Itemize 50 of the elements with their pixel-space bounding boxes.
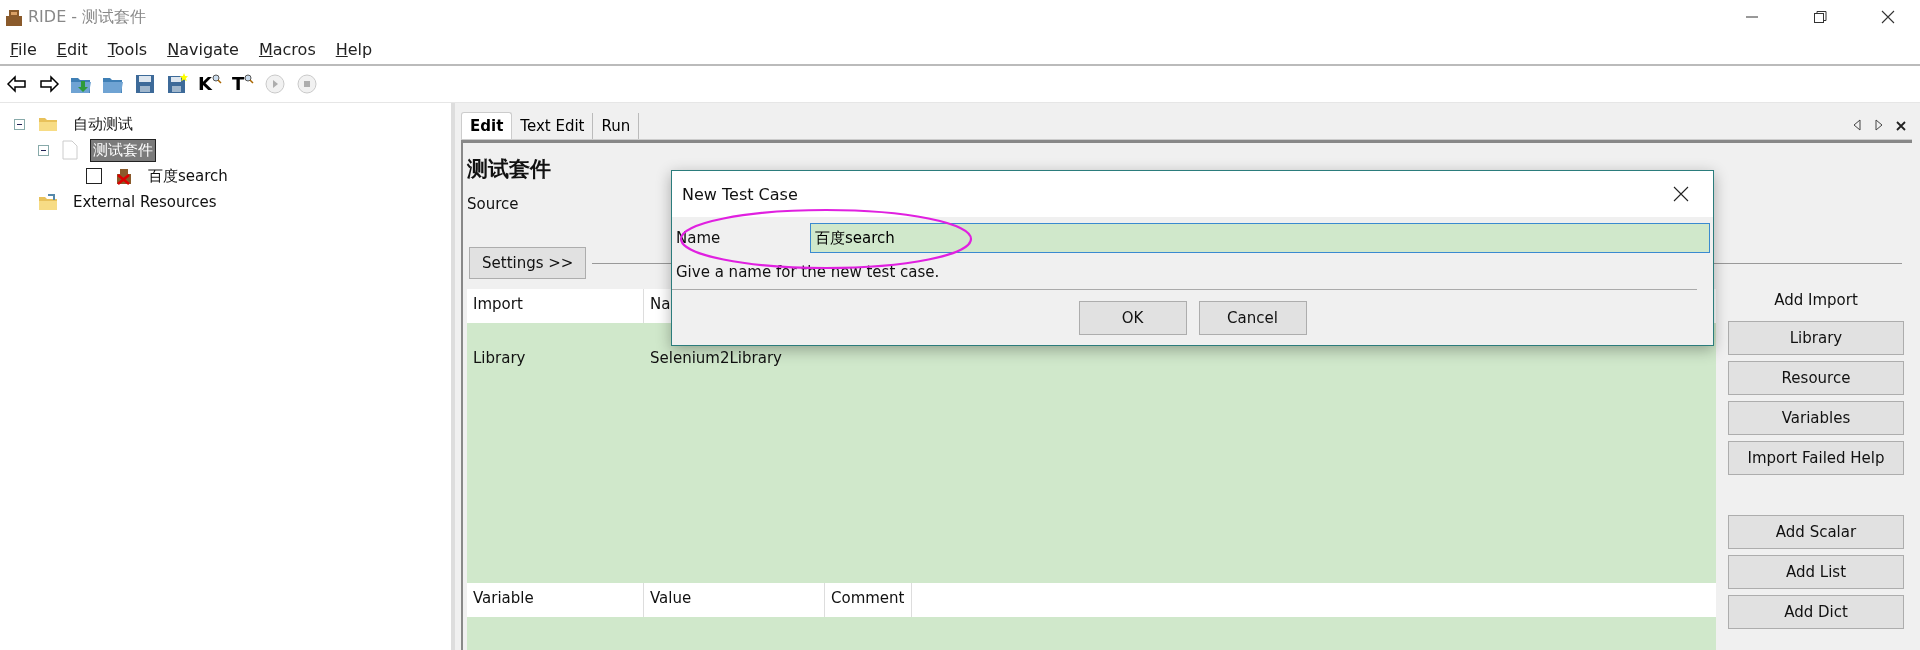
robot-failed-icon	[115, 167, 133, 185]
action-button[interactable]: Variables	[1728, 401, 1904, 435]
close-icon[interactable]	[1896, 121, 1906, 131]
folder-icon	[38, 116, 58, 132]
left-arrow-icon[interactable]	[1852, 119, 1862, 131]
name-field[interactable]: 百度search	[810, 223, 1710, 253]
menu-item[interactable]: File	[10, 39, 37, 59]
save-icon[interactable]	[134, 73, 156, 95]
action-button[interactable]: Import Failed Help	[1728, 441, 1904, 475]
menu-item[interactable]: Edit	[56, 39, 88, 59]
action-button[interactable]: Add List	[1728, 555, 1904, 589]
menu-item[interactable]: Macros	[258, 39, 316, 59]
close-icon[interactable]	[1880, 9, 1896, 25]
dialog-title: New Test Case	[682, 184, 798, 204]
action-button[interactable]: Add Scalar	[1728, 515, 1904, 549]
suite-title: 测试套件	[467, 156, 551, 183]
table-cell-text: Selenium2Library	[649, 349, 783, 367]
tab[interactable]: Text Edit	[512, 113, 594, 139]
tree-item[interactable]: External Resources	[71, 192, 219, 212]
tab[interactable]: Run	[593, 113, 640, 139]
tree-item[interactable]: 自动测试	[71, 113, 135, 135]
search-button[interactable]: K	[198, 74, 222, 94]
dialog-button[interactable]: Cancel	[1198, 301, 1307, 335]
window-title: RIDE - 测试套件	[28, 6, 147, 28]
source-label: Source	[467, 195, 519, 213]
dialog-button[interactable]: OK	[1078, 301, 1187, 335]
file-icon	[62, 140, 78, 160]
menu-item[interactable]: Help	[335, 39, 373, 59]
search-button[interactable]: T	[231, 74, 255, 94]
menu-item[interactable]: Tools	[107, 39, 148, 59]
folder-link-icon	[38, 193, 58, 211]
action-button[interactable]: Resource	[1728, 361, 1904, 395]
back-arrow-icon[interactable]	[6, 73, 28, 95]
forward-arrow-icon[interactable]	[38, 73, 60, 95]
tab[interactable]: Edit	[461, 112, 513, 139]
settings-button[interactable]: Settings >>	[469, 247, 587, 279]
save-all-icon[interactable]	[166, 73, 188, 95]
collapse-icon[interactable]	[38, 144, 49, 156]
action-button[interactable]: Library	[1728, 321, 1904, 355]
action-button[interactable]: Add Dict	[1728, 595, 1904, 629]
checkbox[interactable]	[86, 168, 102, 184]
close-icon[interactable]	[1673, 186, 1689, 202]
right-arrow-icon[interactable]	[1874, 119, 1884, 131]
tree-item[interactable]: 测试套件	[91, 139, 155, 161]
restore-icon[interactable]	[1812, 9, 1828, 25]
section-label: Add Import	[1773, 290, 1859, 311]
menu-item[interactable]: Navigate	[167, 39, 239, 59]
tree-item[interactable]: 百度search	[146, 165, 230, 187]
table-cell-text: Library	[472, 349, 527, 367]
collapse-icon[interactable]	[14, 118, 25, 130]
